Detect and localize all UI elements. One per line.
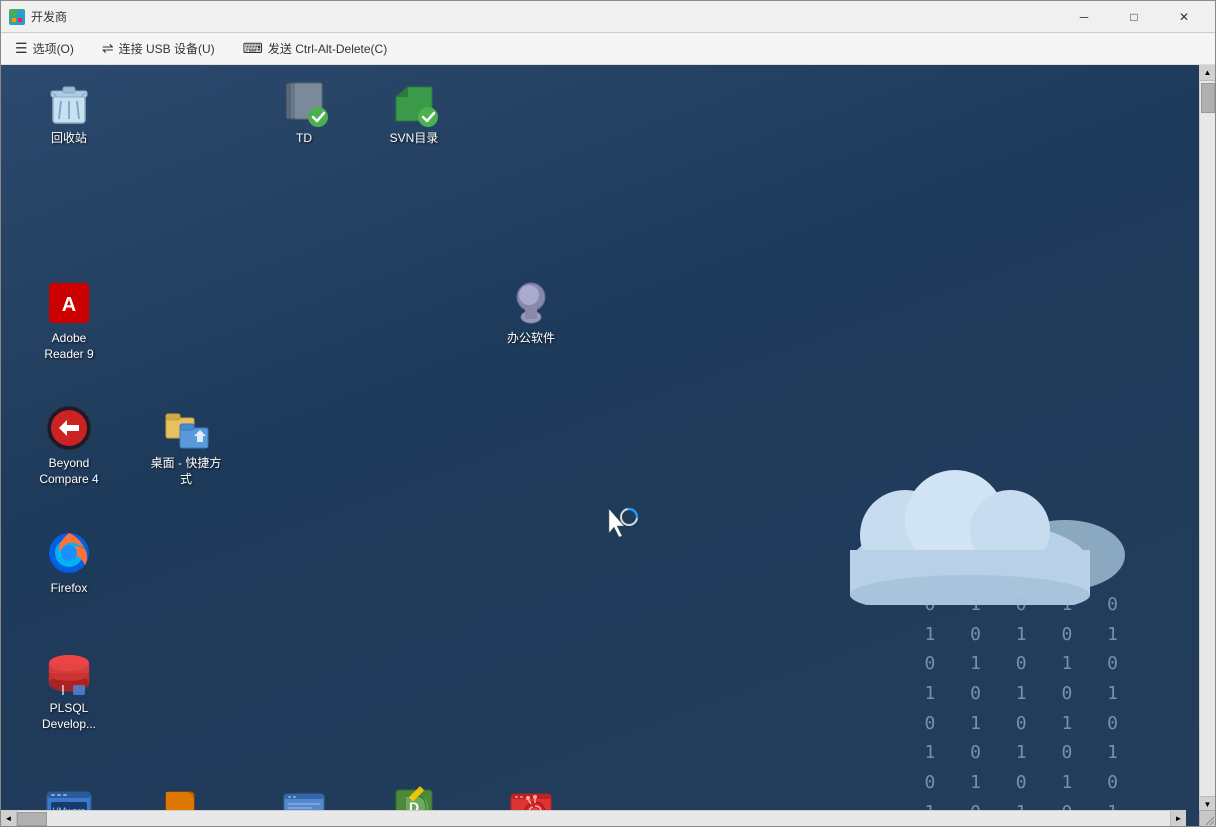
binary-line-4: 1 0 1 0 1 [924,679,1130,709]
icon-td[interactable]: TD [254,75,354,151]
cursor-area [601,505,641,550]
menu-usb[interactable]: ⇌ 连接 USB 设备(U) [96,36,221,61]
close-button[interactable]: ✕ [1161,1,1207,33]
scrollbar-hthumb[interactable] [17,812,47,826]
icon-desktop-shortcut[interactable]: 桌面 - 快捷方式 [136,400,236,491]
svn-image [390,79,438,127]
binary-line-5: 0 1 0 1 0 [924,709,1130,739]
ctrlaltdel-label: 发送 Ctrl-Alt-Delete(C) [268,40,387,57]
desktop-shortcut-image [162,404,210,452]
options-icon: ☰ [15,40,28,57]
scrollbar-vertical: ▲ ▼ [1199,65,1215,812]
scrollbar-up-button[interactable]: ▲ [1200,65,1216,81]
icon-adobe[interactable]: A AdobeReader 9 [19,275,119,366]
usb-label: 连接 USB 设备(U) [119,40,215,57]
menubar: ☰ 选项(O) ⇌ 连接 USB 设备(U) ⌨ 发送 Ctrl-Alt-Del… [1,33,1215,65]
icon-office[interactable]: 办公软件 [481,275,581,351]
window-controls: ─ □ ✕ [1061,1,1207,33]
keyboard-icon: ⌨ [243,40,263,57]
icon-beyond-compare[interactable]: BeyondCompare 4 [19,400,119,491]
binary-line-2: 1 0 1 0 1 [924,620,1130,650]
titlebar: 开发商 ─ □ ✕ [1,1,1215,33]
scrollbar-right-button[interactable]: ► [1170,811,1186,827]
firefox-label: Firefox [51,581,88,597]
scrollbar-left-button[interactable]: ◄ [1,811,17,827]
binary-line-6: 1 0 1 0 1 [924,738,1130,768]
icon-plsql[interactable]: PLSQLDevelop... [19,645,119,736]
beyond-compare-image [45,404,93,452]
maximize-button[interactable]: □ [1111,1,1157,33]
menu-ctrlaltdel[interactable]: ⌨ 发送 Ctrl-Alt-Delete(C) [237,36,394,61]
beyond-compare-label: BeyondCompare 4 [39,456,98,487]
resize-corner[interactable] [1199,810,1215,826]
scrollbar-horizontal: ◄ ► [1,810,1186,826]
td-label: TD [296,131,312,147]
window-title: 开发商 [31,8,1061,25]
binary-rain: 0 1 0 1 0 1 0 1 0 1 0 1 0 1 0 1 0 1 0 1 … [924,590,1130,826]
icon-recycle-bin[interactable]: 回收站 [19,75,119,151]
plsql-image [45,649,93,697]
options-label: 选项(O) [33,40,74,57]
recycle-bin-label: 回收站 [51,131,87,147]
svn-label: SVN目录 [390,131,439,147]
window-icon [9,9,25,25]
icon-firefox[interactable]: Firefox [19,525,119,601]
cloud-decoration [815,445,1135,610]
adobe-label: AdobeReader 9 [44,331,93,362]
binary-line-1: 0 1 0 1 0 [924,590,1130,620]
menu-options[interactable]: ☰ 选项(O) [9,36,80,61]
desktop-shortcut-label: 桌面 - 快捷方式 [151,456,222,487]
plsql-label: PLSQLDevelop... [42,701,96,732]
office-label: 办公软件 [507,331,555,347]
content-area: 回收站 TD [1,65,1215,826]
binary-line-7: 0 1 0 1 0 [924,768,1130,798]
recycle-bin-image [45,79,93,127]
binary-line-3: 0 1 0 1 0 [924,649,1130,679]
td-image [280,79,328,127]
office-image [507,279,555,327]
main-window: 开发商 ─ □ ✕ ☰ 选项(O) ⇌ 连接 USB 设备(U) ⌨ 发送 Ct… [0,0,1216,827]
firefox-image [45,529,93,577]
icon-svn[interactable]: SVN目录 [364,75,464,151]
usb-icon: ⇌ [102,40,114,57]
desktop: 回收站 TD [1,65,1215,826]
adobe-image: A [45,279,93,327]
svg-text:A: A [62,294,76,316]
scrollbar-thumb[interactable] [1201,83,1215,113]
minimize-button[interactable]: ─ [1061,1,1107,33]
